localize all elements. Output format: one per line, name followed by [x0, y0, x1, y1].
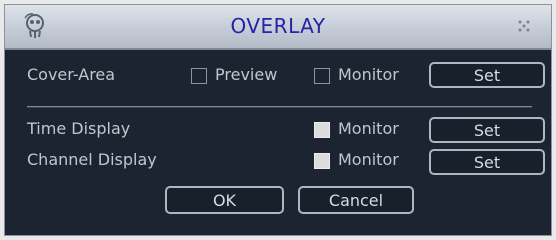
dialog-title: OVERLAY: [230, 14, 326, 38]
channel-display-label: Channel Display: [27, 150, 157, 169]
title-bar: OVERLAY: [5, 5, 551, 50]
cover-area-monitor-label: Monitor: [338, 65, 399, 84]
channel-display-set-button[interactable]: Set: [429, 149, 545, 175]
cover-area-preview-label: Preview: [215, 65, 278, 84]
overlay-dialog: OVERLAY Cover-Area Preview Monitor Set T…: [4, 4, 552, 236]
time-display-monitor-label: Monitor: [338, 119, 399, 138]
ok-button[interactable]: OK: [165, 186, 284, 214]
cover-area-monitor-checkbox[interactable]: [314, 68, 330, 84]
section-divider: [27, 106, 532, 108]
channel-display-monitor-label: Monitor: [338, 150, 399, 169]
cover-area-preview-checkbox[interactable]: [191, 68, 207, 84]
cancel-button[interactable]: Cancel: [298, 186, 414, 214]
time-display-label: Time Display: [27, 119, 131, 138]
close-icon[interactable]: [515, 17, 533, 35]
time-display-set-button[interactable]: Set: [429, 117, 545, 143]
time-display-monitor-checkbox[interactable]: [314, 122, 330, 138]
channel-display-monitor-checkbox[interactable]: [314, 153, 330, 169]
cover-area-label: Cover-Area: [27, 65, 116, 84]
cover-area-set-button[interactable]: Set: [429, 62, 545, 88]
